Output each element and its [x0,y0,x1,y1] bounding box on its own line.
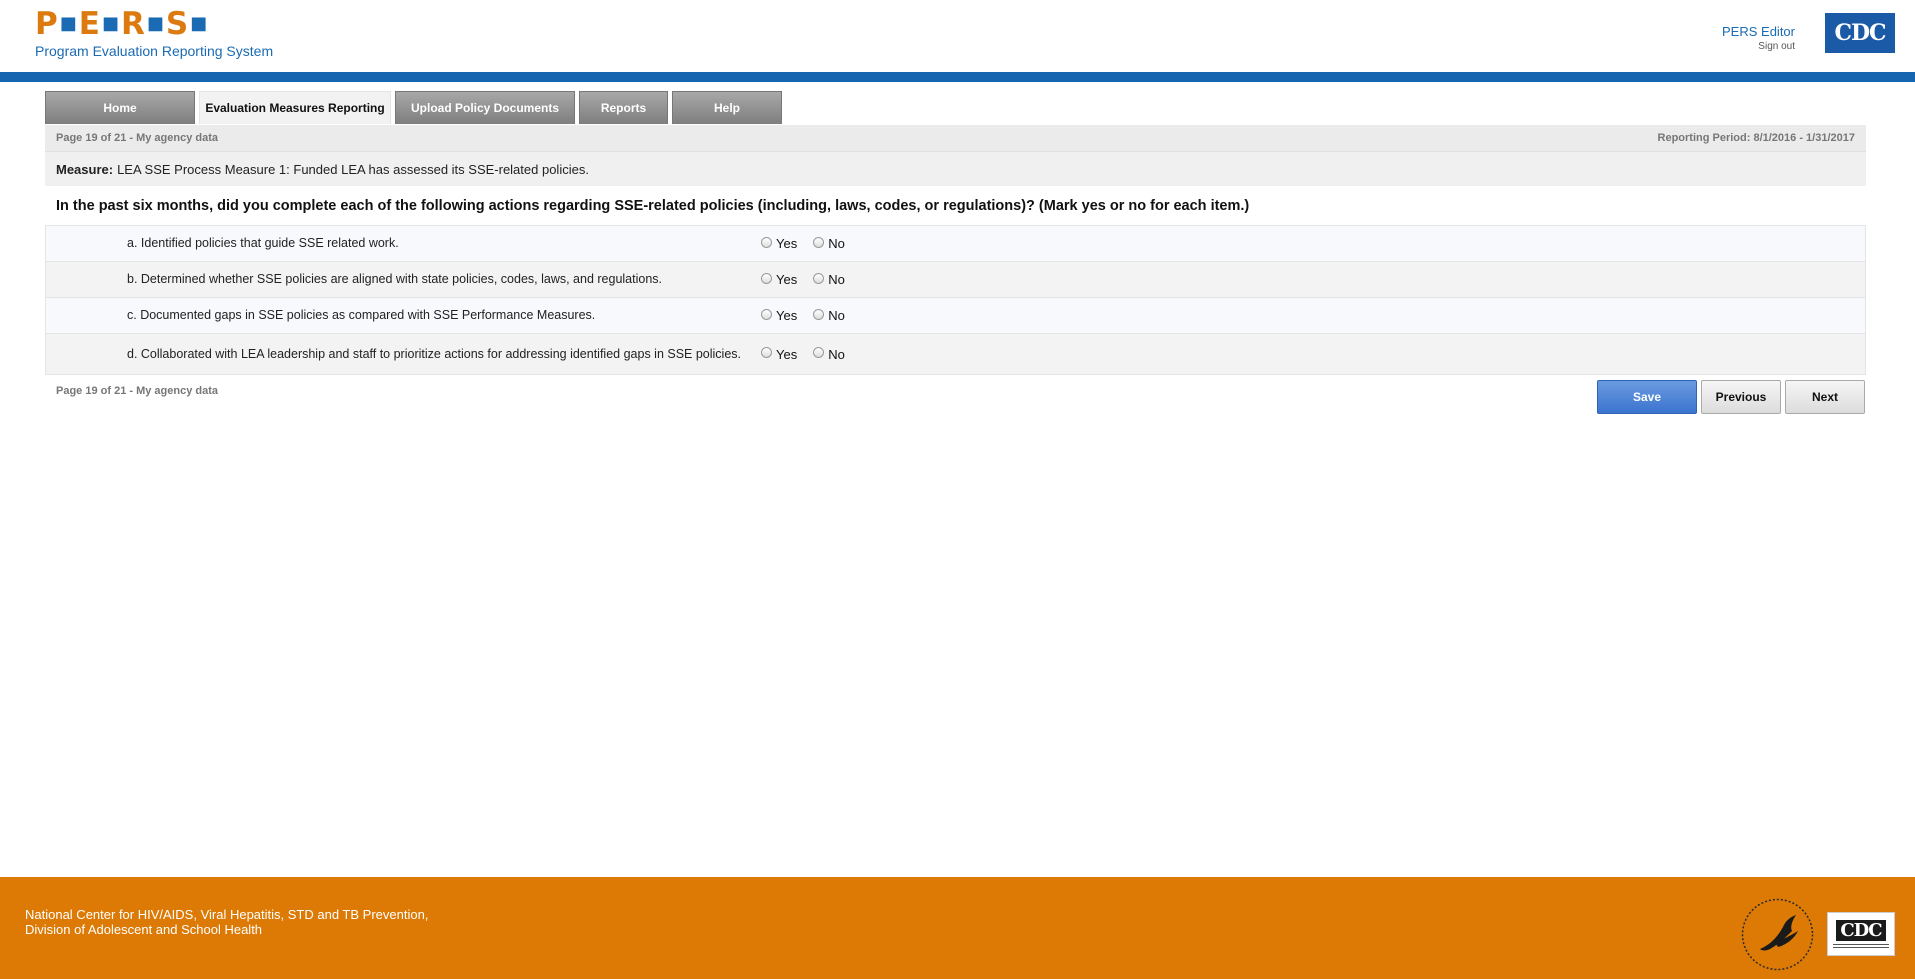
sign-out-link[interactable]: Sign out [1722,40,1795,54]
radio-button-icon[interactable] [761,308,772,320]
radio-button-icon[interactable] [813,272,825,284]
logo-letter-p: P [35,6,59,42]
logo-subtitle: Program Evaluation Reporting System [35,43,274,59]
question-item-c: c. Documented gaps in SSE policies as co… [45,298,1866,334]
yes-label: Yes [776,346,798,362]
yes-label: Yes [776,272,798,287]
radio-button-icon[interactable] [761,272,772,284]
pers-logo[interactable]: P■E■R■S■ Program Evaluation Reporting Sy… [35,7,273,59]
yes-radio[interactable]: Yes [761,236,797,251]
item-text: a. Identified policies that guide SSE re… [127,236,399,250]
no-radio[interactable]: No [813,272,845,287]
no-radio[interactable]: No [813,347,845,362]
user-name: PERS Editor [1722,24,1795,39]
logo-wordmark: P■E■R■S■ [35,6,209,42]
yes-label: Yes [776,236,798,251]
user-block: PERS Editor Sign out [1722,24,1795,54]
radio-button-icon[interactable] [761,236,772,248]
radio-button-icon[interactable] [761,347,772,358]
radio-button-icon[interactable] [813,308,825,320]
hhs-seal-icon[interactable] [1740,897,1815,972]
header-divider [0,72,1915,82]
yes-label: Yes [776,308,798,323]
cdc-logo-text: CDC [1834,20,1886,46]
question-text: In the past six months, did you complete… [45,186,1866,226]
question-item-d: d. Collaborated with LEA leadership and … [45,334,1866,375]
no-label: No [828,272,845,287]
logo-letter-r: R [120,6,146,42]
radio-button-icon[interactable] [813,347,825,358]
yes-radio[interactable]: Yes [761,272,797,287]
question-item-b: b. Determined whether SSE policies are a… [45,262,1866,298]
bottom-page-info: Page 19 of 21 - My agency data [56,385,219,397]
content-panel: Page 19 of 21 - My agency data Reporting… [45,125,1866,414]
page-info-bar: Page 19 of 21 - My agency data Reporting… [45,125,1866,151]
footer-text: National Center for HIV/AIDS, Viral Hepa… [25,907,428,937]
item-text: b. Determined whether SSE policies are a… [127,272,663,286]
next-button[interactable]: Next [1785,380,1865,414]
previous-button[interactable]: Previous [1701,380,1781,414]
question-item-a: a. Identified policies that guide SSE re… [45,226,1866,262]
footer-cdc-tagline-mark [1833,944,1889,948]
yes-no-group: Yes No [761,236,845,251]
page-info: Page 19 of 21 - My agency data [56,132,219,144]
no-label: No [828,236,845,251]
footer: National Center for HIV/AIDS, Viral Hepa… [0,877,1915,979]
yes-radio[interactable]: Yes [761,347,797,362]
main-tabs: Home Evaluation Measures Reporting Uploa… [45,91,782,124]
tab-evaluation-measures-reporting[interactable]: Evaluation Measures Reporting [199,91,391,124]
save-button[interactable]: Save [1597,380,1697,414]
tab-help[interactable]: Help [672,91,782,124]
measure-label: Measure: [56,161,114,177]
item-text: d. Collaborated with LEA leadership and … [127,346,742,361]
yes-no-group: Yes No [761,347,845,362]
footer-cdc-logo[interactable]: CDC [1827,912,1895,956]
tab-home[interactable]: Home [45,91,195,124]
radio-button-icon[interactable] [813,236,825,248]
yes-radio[interactable]: Yes [761,308,797,323]
bottom-action-row: Page 19 of 21 - My agency data Save Prev… [45,380,1866,416]
yes-no-group: Yes No [761,272,845,287]
cdc-logo[interactable]: CDC [1825,13,1895,53]
footer-line-1: National Center for HIV/AIDS, Viral Hepa… [25,907,429,922]
yes-no-group: Yes No [761,308,845,323]
no-radio[interactable]: No [813,236,845,251]
measure-text: LEA SSE Process Measure 1: Funded LEA ha… [117,161,589,177]
footer-cdc-logo-text: CDC [1836,920,1886,941]
no-label: No [828,346,845,362]
tab-reports[interactable]: Reports [579,91,668,124]
header: P■E■R■S■ Program Evaluation Reporting Sy… [0,0,1915,72]
no-radio[interactable]: No [813,308,845,323]
logo-letter-e: E [78,6,101,42]
tab-upload-policy-documents[interactable]: Upload Policy Documents [395,91,575,124]
no-label: No [828,308,845,323]
item-text: c. Documented gaps in SSE policies as co… [127,308,596,322]
logo-letter-s: S [165,6,190,42]
measure-bar: Measure: LEA SSE Process Measure 1: Fund… [45,151,1866,186]
reporting-period: Reporting Period: 8/1/2016 - 1/31/2017 [1657,132,1855,144]
footer-line-2: Division of Adolescent and School Health [25,922,263,937]
